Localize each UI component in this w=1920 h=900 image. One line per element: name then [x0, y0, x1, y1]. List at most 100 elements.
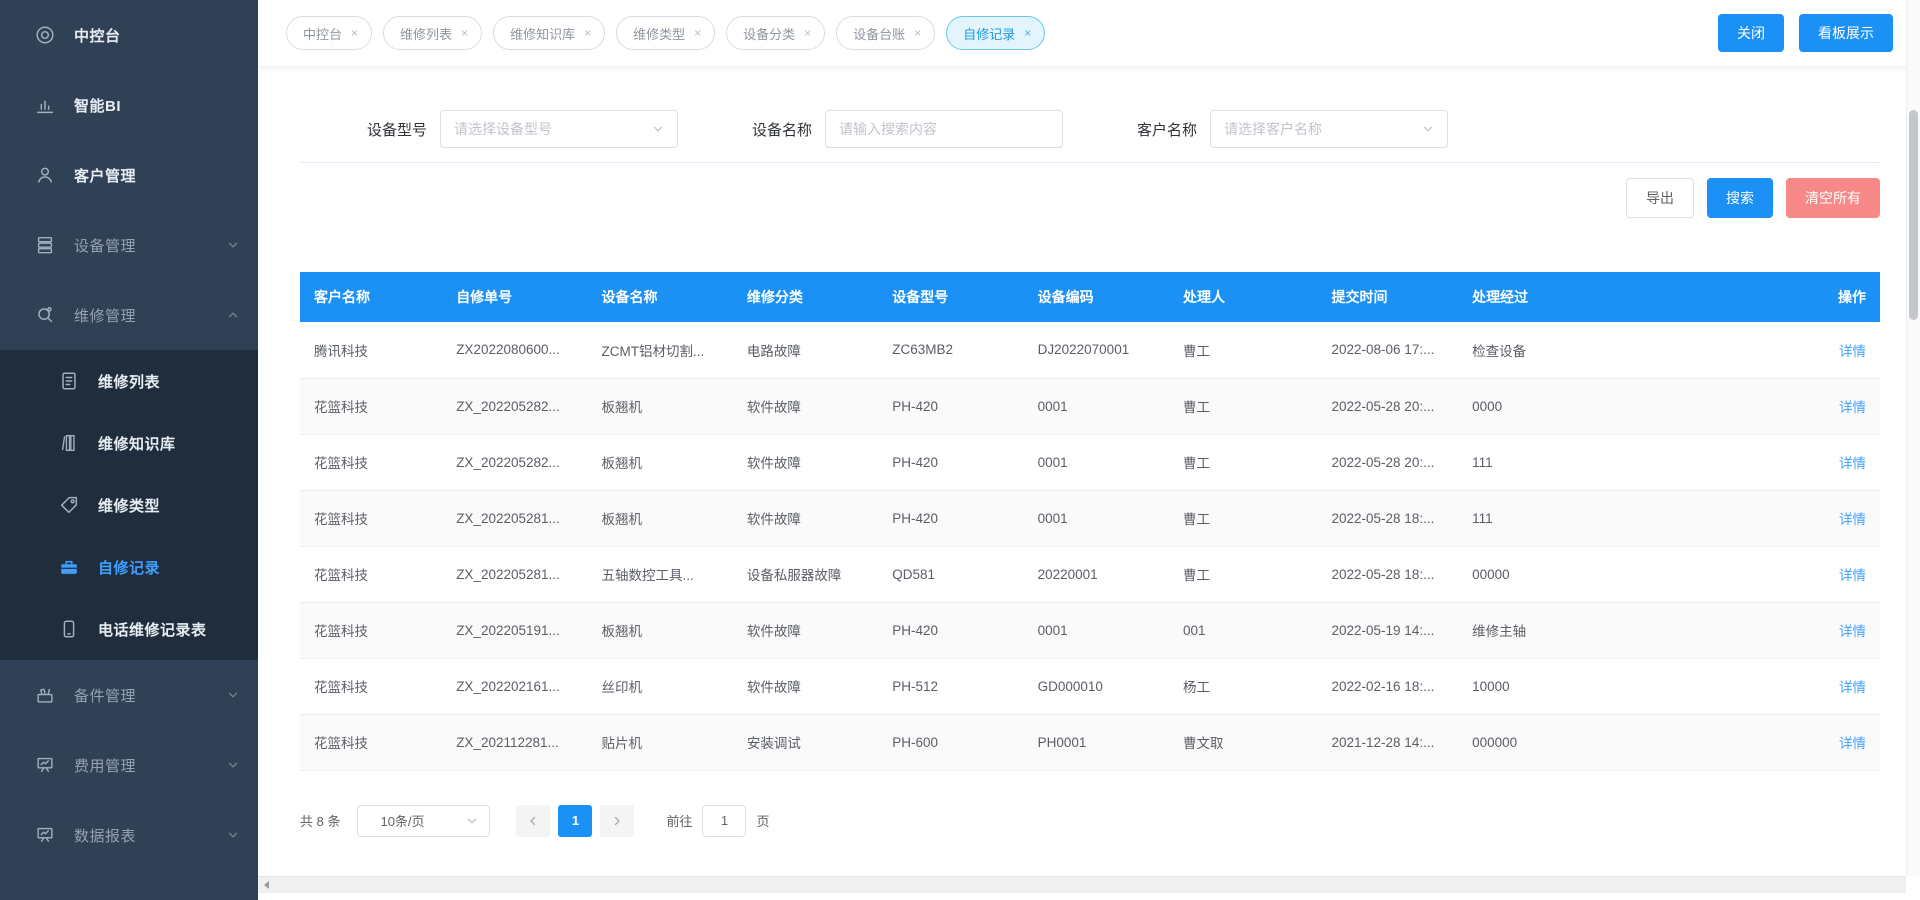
page-size-select[interactable]: 10条/页 [357, 805, 490, 837]
table-cell: PH0001 [1024, 714, 1169, 770]
tab-4[interactable]: 维修类型× [616, 16, 715, 50]
sidebar-item-self-repair-records[interactable]: 自修记录 [0, 536, 258, 598]
table-cell: 软件故障 [733, 602, 878, 658]
table-cell: 曹文取 [1169, 714, 1318, 770]
filter-form: 设备型号 请选择设备型号 设备名称 客户名称 请选择客户名称 [300, 110, 1880, 148]
detail-link[interactable]: 详情 [1839, 680, 1866, 695]
sidebar-item-devices[interactable]: 设备管理 [0, 210, 258, 280]
close-icon[interactable]: × [584, 27, 591, 39]
close-icon[interactable]: × [804, 27, 811, 39]
table-row: 花篮科技ZX_202205281...板翘机软件故障PH-4200001曹工20… [300, 490, 1880, 546]
device-icon [34, 234, 56, 256]
customer-name-select[interactable]: 请选择客户名称 [1210, 110, 1448, 148]
sidebar-item-spare-parts[interactable]: 备件管理 [0, 660, 258, 730]
sidebar-item-repair[interactable]: 维修管理 [0, 280, 258, 350]
vertical-scrollbar-thumb[interactable] [1909, 110, 1918, 320]
page-number-button[interactable]: 1 [558, 805, 592, 837]
table-cell: 曹工 [1169, 378, 1318, 434]
board-display-button[interactable]: 看板展示 [1799, 14, 1893, 52]
spare-parts-icon [34, 684, 56, 706]
detail-link[interactable]: 详情 [1839, 736, 1866, 751]
sidebar-item-repair-list[interactable]: 维修列表 [0, 350, 258, 412]
table-row: 花篮科技ZX_202202161...丝印机软件故障PH-512GD000010… [300, 658, 1880, 714]
sidebar-item-phone-repair-records[interactable]: 电话维修记录表 [0, 598, 258, 660]
sidebar-item-customers[interactable]: 客户管理 [0, 140, 258, 210]
table-cell: 2022-05-19 14:... [1318, 602, 1459, 658]
close-icon[interactable]: × [461, 27, 468, 39]
table-cell: 20220001 [1024, 546, 1169, 602]
goto-page-input[interactable] [702, 805, 746, 837]
close-icon[interactable]: × [1024, 27, 1031, 39]
sidebar-item-bi[interactable]: 智能BI [0, 70, 258, 140]
device-model-select[interactable]: 请选择设备型号 [440, 110, 678, 148]
clear-all-button[interactable]: 清空所有 [1786, 178, 1880, 218]
tab-7[interactable]: 自修记录× [946, 16, 1045, 50]
scroll-left-arrow-icon[interactable] [258, 877, 274, 893]
detail-link[interactable]: 详情 [1839, 568, 1866, 583]
detail-link[interactable]: 详情 [1839, 400, 1866, 415]
tab-1[interactable]: 中控台× [286, 16, 372, 50]
table-cell: 2022-05-28 18:... [1318, 546, 1459, 602]
table-cell-actions: 详情 [1790, 714, 1880, 770]
export-button[interactable]: 导出 [1626, 178, 1694, 218]
table-cell: 00000 [1458, 546, 1790, 602]
column-header: 操作 [1790, 272, 1880, 322]
detail-link[interactable]: 详情 [1839, 344, 1866, 359]
table-cell: 软件故障 [733, 378, 878, 434]
section-divider [300, 162, 1880, 163]
table-cell: ZX_202205191... [442, 602, 587, 658]
table-cell: 2022-02-16 18:... [1318, 658, 1459, 714]
table-cell-actions: 详情 [1790, 378, 1880, 434]
customer-icon [34, 164, 56, 186]
table-cell: 曹工 [1169, 546, 1318, 602]
repair-submenu: 维修列表 维修知识库 维修类型 自修记录 [0, 350, 258, 660]
table-row: 腾讯科技ZX2022080600...ZCMT铝材切割...电路故障ZC63MB… [300, 322, 1880, 378]
table-cell: GD000010 [1024, 658, 1169, 714]
table-cell: 001 [1169, 602, 1318, 658]
sidebar-item-knowledge-base[interactable]: 维修知识库 [0, 412, 258, 474]
sidebar-item-label: 自修记录 [98, 557, 240, 578]
content-panel: 设备型号 请选择设备型号 设备名称 客户名称 请选择客户名称 [258, 66, 1920, 900]
repair-icon [34, 304, 56, 326]
prev-page-button[interactable] [516, 805, 550, 837]
page-size-value: 10条/页 [380, 811, 424, 830]
tab-6[interactable]: 设备台账 × [836, 16, 935, 50]
tab-5[interactable]: 设备分类× [726, 16, 825, 50]
tab-2[interactable]: 维修列表× [383, 16, 482, 50]
sidebar-item-console[interactable]: 中控台 [0, 0, 258, 70]
table-cell: 2022-08-06 17:... [1318, 322, 1459, 378]
close-icon[interactable]: × [351, 27, 358, 39]
tag-icon [58, 494, 80, 516]
next-page-button[interactable] [600, 805, 634, 837]
table-cell: 软件故障 [733, 434, 878, 490]
detail-link[interactable]: 详情 [1839, 624, 1866, 639]
sidebar-item-repair-types[interactable]: 维修类型 [0, 474, 258, 536]
table-cell: ZX_202205282... [442, 434, 587, 490]
table-cell: ZX_202205281... [442, 490, 587, 546]
close-icon[interactable]: × [914, 27, 921, 39]
detail-link[interactable]: 详情 [1839, 512, 1866, 527]
table-cell: ZC63MB2 [878, 322, 1023, 378]
vertical-scrollbar[interactable] [1906, 0, 1920, 876]
search-button[interactable]: 搜索 [1707, 178, 1773, 218]
table-cell-actions: 详情 [1790, 322, 1880, 378]
device-name-input[interactable] [825, 110, 1063, 148]
sidebar-item-reports[interactable]: 数据报表 [0, 800, 258, 870]
column-header: 处理经过 [1458, 272, 1790, 322]
tab-bar: 中控台×维修列表×维修知识库×维修类型×设备分类×设备台账×自修记录× [286, 16, 1045, 50]
chevron-down-icon [226, 758, 240, 772]
table-cell: 五轴数控工具... [588, 546, 733, 602]
horizontal-scrollbar[interactable] [258, 876, 1906, 893]
select-placeholder: 请选择设备型号 [454, 119, 552, 139]
table-cell: 2022-05-28 18:... [1318, 490, 1459, 546]
table-row: 花篮科技ZX_202205282...板翘机软件故障PH-4200001曹工20… [300, 434, 1880, 490]
tab-label: 设备台账 [853, 24, 905, 43]
tab-label: 维修知识库 [510, 24, 575, 43]
sidebar-item-fees[interactable]: 费用管理 [0, 730, 258, 800]
tab-3[interactable]: 维修知识库 × [493, 16, 605, 50]
close-button[interactable]: 关闭 [1718, 14, 1784, 52]
report-board-icon [34, 824, 56, 846]
close-icon[interactable]: × [694, 27, 701, 39]
data-table: 客户名称自修单号设备名称维修分类设备型号设备编码处理人提交时间处理经过操作 腾讯… [300, 272, 1880, 771]
detail-link[interactable]: 详情 [1839, 456, 1866, 471]
